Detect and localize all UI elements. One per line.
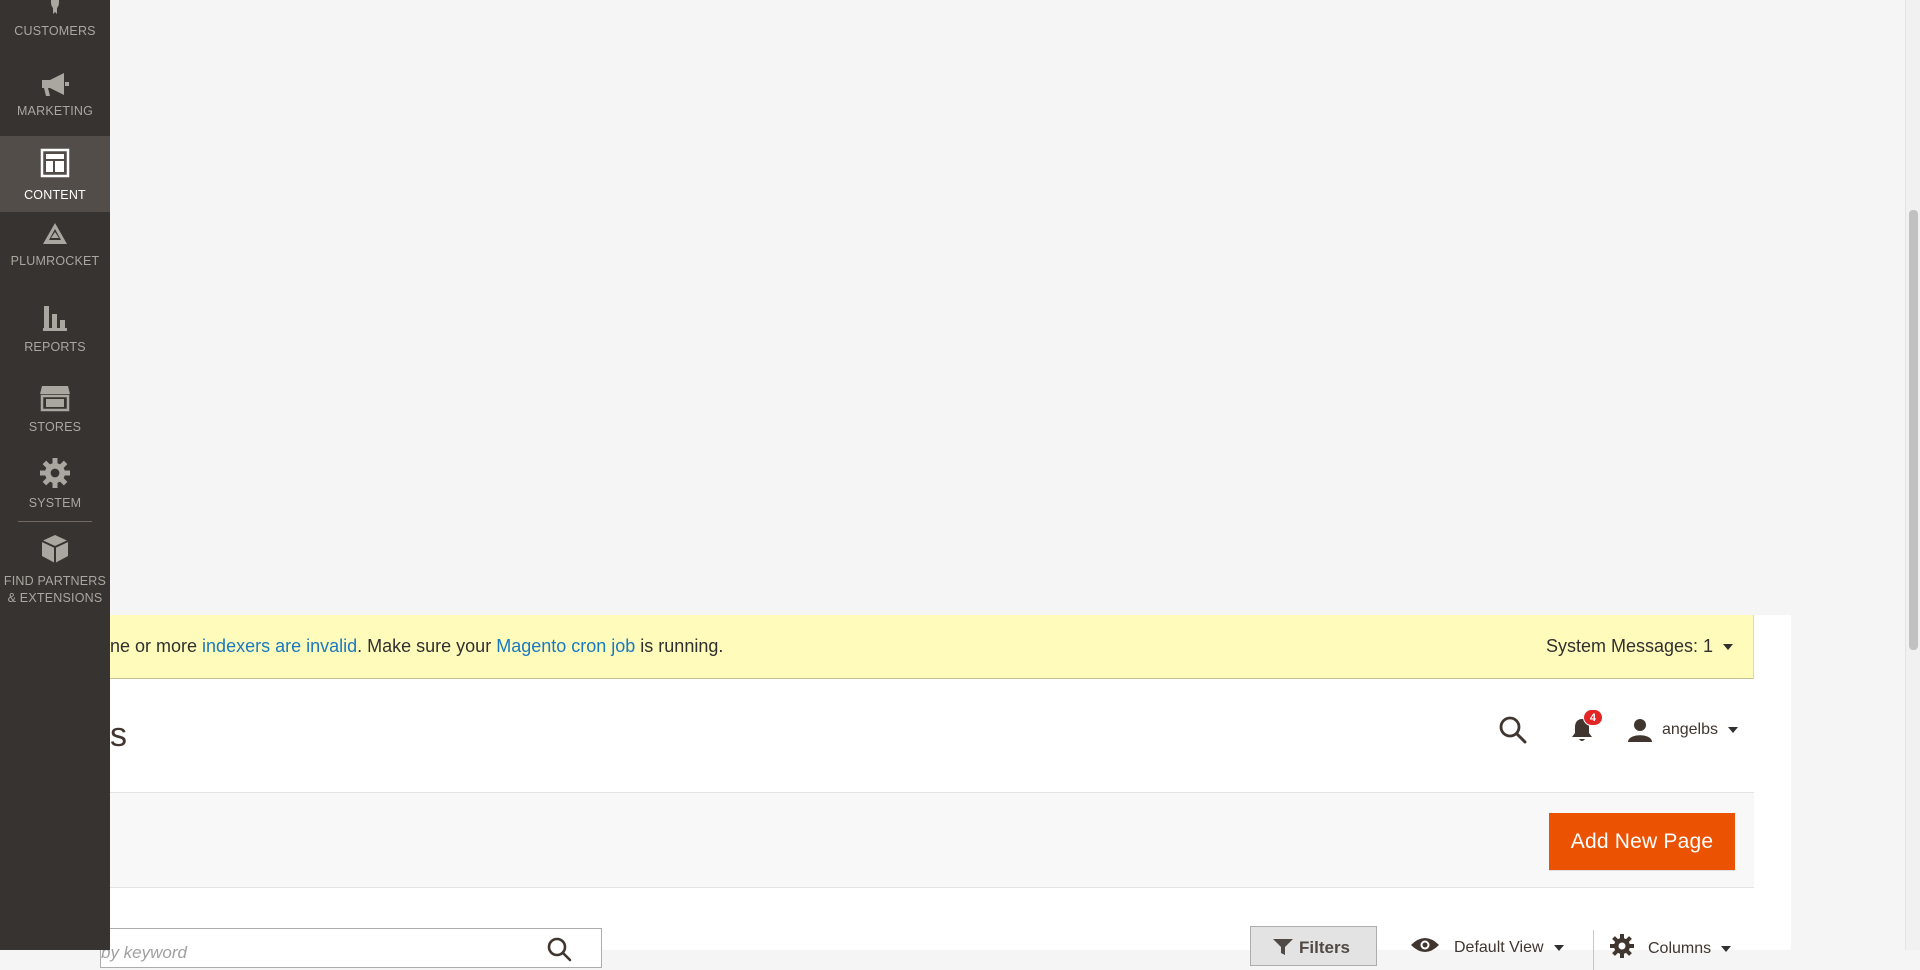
bar-chart-icon bbox=[0, 302, 110, 337]
sidebar-item-system[interactable]: SYSTEM bbox=[0, 458, 110, 522]
sidebar-item-reports[interactable]: REPORTS bbox=[0, 302, 110, 366]
view-dropdown[interactable]: Default View bbox=[1410, 936, 1564, 959]
filters-button[interactable]: Filters bbox=[1250, 926, 1377, 966]
add-new-page-button[interactable]: Add New Page bbox=[1549, 813, 1735, 870]
storefront-icon bbox=[0, 384, 110, 417]
indexers-link[interactable]: indexers are invalid bbox=[202, 636, 357, 656]
plumrocket-icon bbox=[0, 222, 110, 251]
user-menu[interactable]: angelbs bbox=[1627, 718, 1738, 742]
sidebar-item-marketing[interactable]: MARKETING bbox=[0, 72, 110, 128]
keyword-search-input[interactable] bbox=[100, 928, 602, 968]
toolbar-divider bbox=[1593, 930, 1594, 970]
sidebar-item-plumrocket[interactable]: PLUMROCKET bbox=[0, 222, 110, 286]
eye-icon bbox=[1410, 936, 1440, 959]
sidebar-item-stores[interactable]: STORES bbox=[0, 384, 110, 448]
gear-icon bbox=[1610, 934, 1634, 963]
sidebar-item-content[interactable]: CONTENT bbox=[0, 136, 110, 212]
global-search-icon[interactable] bbox=[1498, 715, 1528, 745]
sidebar-item-find-partners[interactable]: FIND PARTNERS & EXTENSIONS bbox=[0, 534, 110, 605]
caret-down-icon bbox=[1721, 945, 1732, 952]
customers-icon bbox=[0, 0, 110, 23]
page-title: s bbox=[110, 716, 127, 754]
notification-count-badge: 4 bbox=[1582, 709, 1603, 726]
cron-job-link[interactable]: Magento cron job bbox=[496, 636, 635, 656]
scrollbar-thumb[interactable] bbox=[1909, 210, 1918, 650]
system-message-bar: ne or more indexers are invalid. Make su… bbox=[110, 615, 1754, 679]
user-icon bbox=[1627, 719, 1652, 742]
header-actions: 4 angelbs bbox=[1498, 709, 1738, 745]
gear-icon bbox=[0, 458, 110, 493]
system-messages-toggle[interactable]: System Messages: 1 bbox=[1546, 636, 1733, 657]
layout-icon bbox=[0, 148, 110, 183]
grid-toolbar: Filters Default View bbox=[100, 888, 1754, 970]
system-message-text: ne or more indexers are invalid. Make su… bbox=[110, 636, 724, 656]
columns-dropdown[interactable]: Columns bbox=[1610, 934, 1732, 963]
username: angelbs bbox=[1661, 721, 1718, 738]
page-actions-bar: Add New Page bbox=[110, 793, 1754, 888]
page-header: s 4 angelbs bbox=[110, 679, 1754, 793]
sidebar-item-customers[interactable]: CUSTOMERS bbox=[0, 0, 110, 52]
caret-down-icon bbox=[1723, 644, 1733, 651]
sidebar-divider bbox=[18, 521, 92, 522]
caret-down-icon bbox=[1728, 727, 1738, 733]
notifications-button[interactable]: 4 bbox=[1570, 709, 1603, 743]
page-scrollbar[interactable] bbox=[1905, 0, 1920, 950]
cube-icon bbox=[0, 534, 110, 569]
megaphone-icon bbox=[0, 72, 110, 103]
admin-sidebar: CUSTOMERS MARKETING CONTENT PLUMROCKET R… bbox=[0, 0, 110, 950]
search-icon[interactable] bbox=[546, 936, 572, 967]
